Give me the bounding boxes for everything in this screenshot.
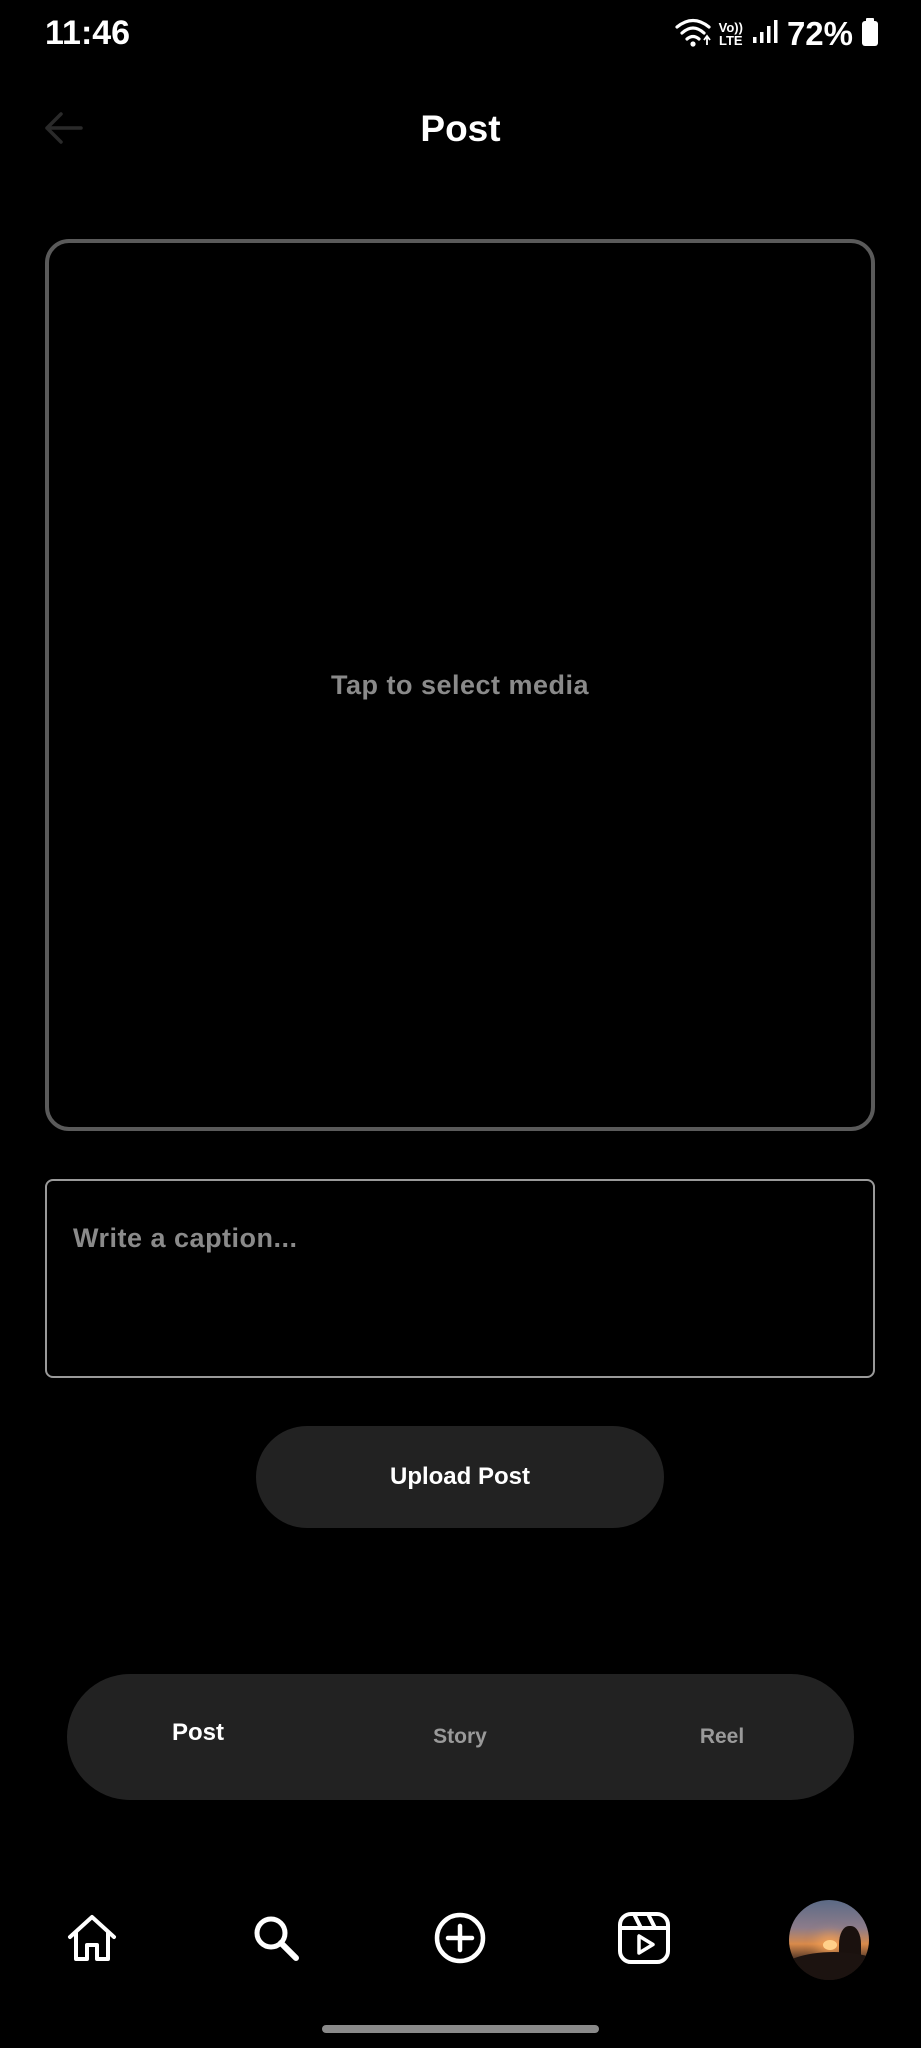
add-circle-icon <box>433 1911 487 1970</box>
wifi-icon <box>675 16 711 53</box>
page-title: Post <box>420 108 501 149</box>
nav-reels[interactable] <box>599 1890 689 1990</box>
upload-post-button[interactable]: Upload Post <box>256 1426 664 1528</box>
tab-reel[interactable]: Reel <box>700 1674 744 1800</box>
post-type-switcher: Post Story Reel <box>67 1674 854 1800</box>
signal-icon <box>751 18 779 51</box>
tab-story-label: Story <box>433 1725 487 1748</box>
top-bar: Post <box>0 90 921 170</box>
caption-field[interactable] <box>45 1179 875 1378</box>
nav-search[interactable] <box>231 1890 321 1990</box>
tab-post-label: Post <box>171 1719 225 1746</box>
bottom-nav <box>0 1890 921 1990</box>
media-picker[interactable]: Tap to select media <box>45 239 875 1131</box>
nav-profile[interactable] <box>784 1890 874 1990</box>
nav-home[interactable] <box>47 1890 137 1990</box>
lte-label: LTE <box>718 33 743 48</box>
home-icon <box>66 1913 118 1968</box>
status-bar: 11:46 Vo)) LTE 72% <box>0 0 921 70</box>
avatar <box>789 1900 869 1980</box>
search-icon <box>251 1913 301 1968</box>
tab-post[interactable]: Post <box>172 1670 224 1796</box>
volte-badge: Vo)) LTE <box>719 21 743 47</box>
status-time: 11:46 <box>45 14 131 52</box>
upload-post-label: Upload Post <box>389 1463 530 1490</box>
reels-icon <box>617 1911 671 1970</box>
media-picker-label: Tap to select media <box>330 669 590 700</box>
tab-reel-label: Reel <box>699 1725 745 1748</box>
nav-create[interactable] <box>415 1890 505 1990</box>
battery-percent: 72% <box>786 15 853 52</box>
home-indicator[interactable] <box>322 2025 599 2033</box>
battery-icon <box>861 17 879 52</box>
tab-story[interactable]: Story <box>433 1674 487 1800</box>
status-icons: Vo)) LTE 72% <box>675 12 879 56</box>
